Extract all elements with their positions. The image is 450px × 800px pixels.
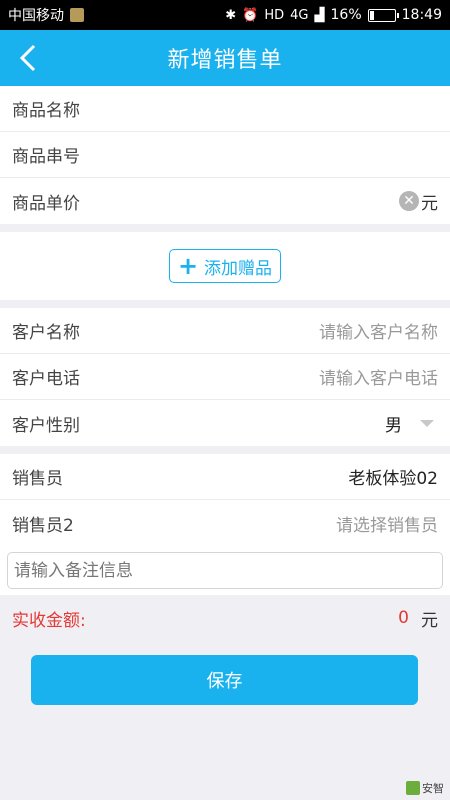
customer-name-input[interactable]: 请输入客户名称 bbox=[319, 318, 438, 343]
product-section: 商品名称 商品串号 商品单价 ✕ 元 bbox=[0, 86, 450, 224]
alarm-icon: ⏰ bbox=[242, 7, 259, 23]
page-title: 新增销售单 bbox=[167, 48, 283, 73]
seller2-select[interactable]: 请选择销售员 bbox=[336, 511, 438, 536]
product-name-label: 商品名称 bbox=[12, 101, 80, 121]
seller-row[interactable]: 销售员 老板体验02 bbox=[0, 454, 450, 500]
product-serial-row[interactable]: 商品串号 bbox=[0, 132, 450, 178]
watermark: 安智 bbox=[406, 780, 444, 796]
gender-select[interactable]: 男 bbox=[385, 411, 438, 436]
customer-name-label: 客户名称 bbox=[12, 323, 80, 343]
customer-name-row[interactable]: 客户名称 请输入客户名称 bbox=[0, 308, 450, 354]
gift-section: + 添加赠品 bbox=[0, 232, 450, 300]
customer-section: 客户名称 请输入客户名称 客户电话 请输入客户电话 客户性别 男 bbox=[0, 308, 450, 446]
note-section bbox=[0, 546, 450, 595]
amount-value: 0 bbox=[398, 608, 409, 628]
battery-fill bbox=[369, 10, 374, 20]
hd-icon: HD bbox=[264, 7, 285, 23]
product-serial-label: 商品串号 bbox=[12, 147, 80, 167]
product-name-row[interactable]: 商品名称 bbox=[0, 86, 450, 132]
note-input[interactable] bbox=[7, 552, 443, 589]
add-gift-button[interactable]: + 添加赠品 bbox=[168, 249, 282, 283]
customer-gender-row[interactable]: 客户性别 男 bbox=[0, 400, 450, 446]
amount-row: 实收金额: 0 元 bbox=[0, 595, 450, 641]
customer-gender-label: 客户性别 bbox=[12, 415, 80, 436]
customer-phone-row[interactable]: 客户电话 请输入客户电话 bbox=[0, 354, 450, 400]
add-gift-label: 添加赠品 bbox=[204, 258, 273, 279]
watermark-logo-icon bbox=[406, 781, 420, 795]
chevron-down-icon bbox=[420, 419, 434, 427]
gender-value: 男 bbox=[385, 415, 402, 436]
sales-section: 销售员 老板体验02 销售员2 请选择销售员 bbox=[0, 454, 450, 546]
customer-phone-input[interactable]: 请输入客户电话 bbox=[319, 364, 438, 389]
seller2-label: 销售员2 bbox=[12, 515, 74, 536]
product-price-row[interactable]: 商品单价 ✕ 元 bbox=[0, 178, 450, 224]
clear-icon[interactable]: ✕ bbox=[399, 191, 419, 211]
network-type: 4G bbox=[290, 7, 309, 23]
save-button[interactable]: 保存 bbox=[31, 655, 418, 705]
carrier-label: 中国移动 bbox=[8, 8, 64, 24]
watermark-text: 安智 bbox=[422, 782, 444, 795]
amount-unit: 元 bbox=[421, 610, 438, 631]
battery-icon bbox=[367, 8, 399, 22]
seller2-row[interactable]: 销售员2 请选择销售员 bbox=[0, 500, 450, 546]
back-icon[interactable] bbox=[12, 42, 44, 74]
bluetooth-icon: ✱ bbox=[225, 7, 237, 23]
seller-label: 销售员 bbox=[12, 469, 63, 489]
price-unit: 元 bbox=[421, 193, 438, 214]
product-price-label: 商品单价 bbox=[12, 193, 80, 214]
status-bar: 中国移动 ✱ ⏰ HD 4G ▟ 16% 18:49 bbox=[0, 0, 450, 30]
notification-icon bbox=[70, 8, 84, 22]
plus-icon: + bbox=[177, 252, 199, 280]
customer-phone-label: 客户电话 bbox=[12, 369, 80, 389]
clock: 18:49 bbox=[401, 7, 442, 23]
seller-value[interactable]: 老板体验02 bbox=[348, 464, 438, 489]
battery-percent: 16% bbox=[330, 7, 362, 23]
signal-icon: ▟ bbox=[314, 7, 325, 23]
title-bar: 新增销售单 bbox=[0, 30, 450, 86]
amount-label: 实收金额: bbox=[12, 610, 86, 631]
